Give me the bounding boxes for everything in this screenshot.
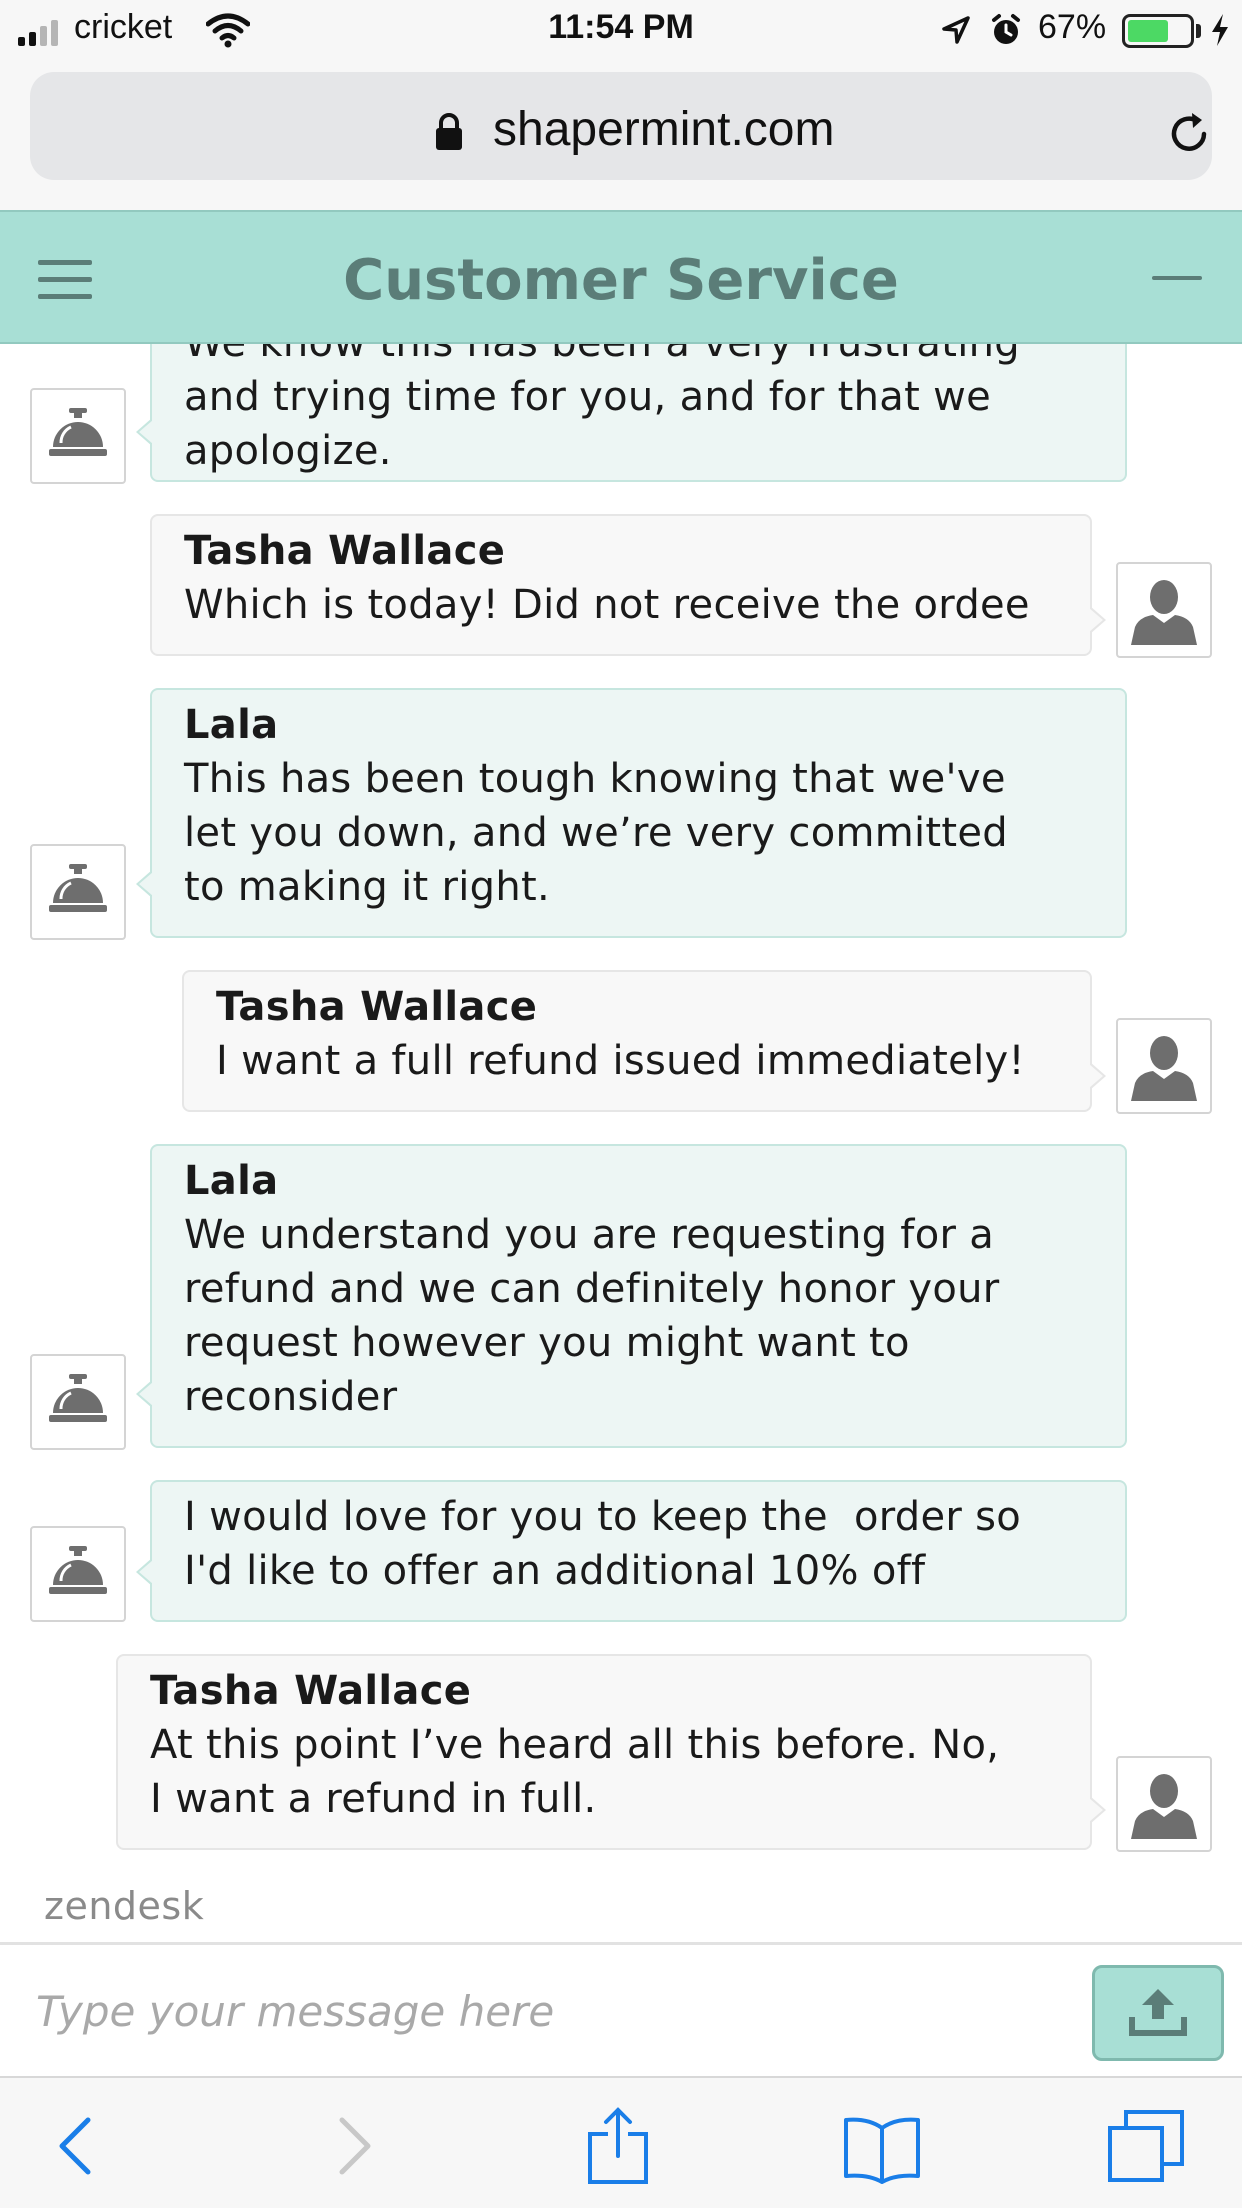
- bubble-tail: [1089, 1062, 1106, 1090]
- message-text: This has been tough knowing that we've l…: [184, 756, 1008, 910]
- lock-icon: [436, 113, 462, 150]
- person-icon: [1131, 1774, 1197, 1839]
- bubble-tail: [136, 418, 153, 446]
- location-icon: [942, 16, 970, 44]
- message-text: At this point I’ve heard all this before…: [150, 1722, 1000, 1822]
- share-icon: [588, 2107, 648, 2184]
- bookmarks-button[interactable]: [842, 2106, 922, 2186]
- message-text: We understand you are requesting for a r…: [184, 1212, 1000, 1420]
- bubble-tail: [1089, 1796, 1106, 1824]
- bubble-tail: [136, 1380, 153, 1408]
- agent-avatar: [30, 1354, 126, 1450]
- address-bar[interactable]: shapermint.com: [30, 72, 1212, 180]
- message-text: I would love for you to keep the order s…: [184, 1494, 1022, 1594]
- sender-name: Lala: [184, 702, 279, 748]
- bookmarks-icon: [844, 2117, 920, 2184]
- zendesk-logo[interactable]: zendesk: [44, 1884, 204, 1928]
- forward-icon: [339, 2117, 371, 2175]
- bubble-tail: [136, 870, 153, 898]
- person-icon: [1131, 1036, 1197, 1101]
- alarm-icon: [992, 14, 1020, 44]
- sender-name: Tasha Wallace: [184, 528, 506, 574]
- share-button[interactable]: [578, 2106, 658, 2186]
- status-bar: cricket 11:54 PM 67%: [0, 0, 1242, 62]
- user-message: Tasha Wallace I want a full refund issue…: [182, 970, 1106, 1112]
- back-icon: [59, 2117, 91, 2175]
- message-composer: [0, 1942, 1242, 2076]
- battery-percent: 67%: [1038, 8, 1107, 46]
- sender-name: Lala: [184, 1158, 279, 1204]
- browser-toolbar: [0, 2076, 1242, 2208]
- forward-button[interactable]: [312, 2106, 392, 2186]
- person-icon: [1131, 580, 1197, 645]
- user-avatar: [1116, 1018, 1212, 1114]
- upload-icon: [1129, 1989, 1187, 2036]
- bell-icon: [49, 1546, 107, 1594]
- user-message: Tasha Wallace At this point I’ve heard a…: [116, 1654, 1106, 1850]
- bell-icon: [49, 1374, 107, 1422]
- battery-level: [1128, 20, 1169, 42]
- bell-icon: [49, 864, 107, 912]
- bubble-tail: [1089, 606, 1106, 634]
- tabs-button[interactable]: [1106, 2106, 1186, 2186]
- chat-log[interactable]: We know this has been a very frustrating…: [0, 344, 1242, 1944]
- minimize-icon[interactable]: [1152, 276, 1202, 280]
- send-button[interactable]: [1092, 1965, 1224, 2061]
- chat-title: Customer Service: [343, 248, 899, 313]
- agent-avatar: [30, 388, 126, 484]
- url-text: shapermint.com: [493, 103, 835, 156]
- battery-icon: [1122, 14, 1194, 48]
- user-avatar: [1116, 1756, 1212, 1852]
- battery-cap: [1196, 24, 1201, 38]
- sender-name: Tasha Wallace: [150, 1668, 472, 1714]
- message-text: Which is today! Did not receive the orde…: [184, 582, 1030, 628]
- user-avatar: [1116, 562, 1212, 658]
- message-text: We know this has been a very frustrating…: [184, 344, 1020, 474]
- message-input[interactable]: [36, 1973, 1076, 2049]
- chat-header: Customer Service: [0, 210, 1242, 344]
- charging-icon: [1212, 14, 1228, 46]
- browser-address-area: shapermint.com: [0, 62, 1242, 210]
- agent-avatar: [30, 1526, 126, 1622]
- agent-avatar: [30, 844, 126, 940]
- bubble-tail: [136, 1558, 153, 1586]
- back-button[interactable]: [38, 2106, 118, 2186]
- bell-icon: [49, 408, 107, 456]
- tabs-icon: [1108, 2110, 1184, 2182]
- agent-message: We know this has been a very frustrating…: [136, 344, 1127, 482]
- agent-message: I would love for you to keep the order s…: [136, 1480, 1127, 1622]
- user-message: Tasha Wallace Which is today! Did not re…: [150, 514, 1106, 656]
- agent-message: Lala This has been tough knowing that we…: [136, 688, 1127, 938]
- agent-message: Lala We understand you are requesting fo…: [136, 1144, 1127, 1448]
- sender-name: Tasha Wallace: [216, 984, 538, 1030]
- message-text: I want a full refund issued immediately!: [216, 1038, 1025, 1084]
- reload-icon[interactable]: [1164, 108, 1214, 158]
